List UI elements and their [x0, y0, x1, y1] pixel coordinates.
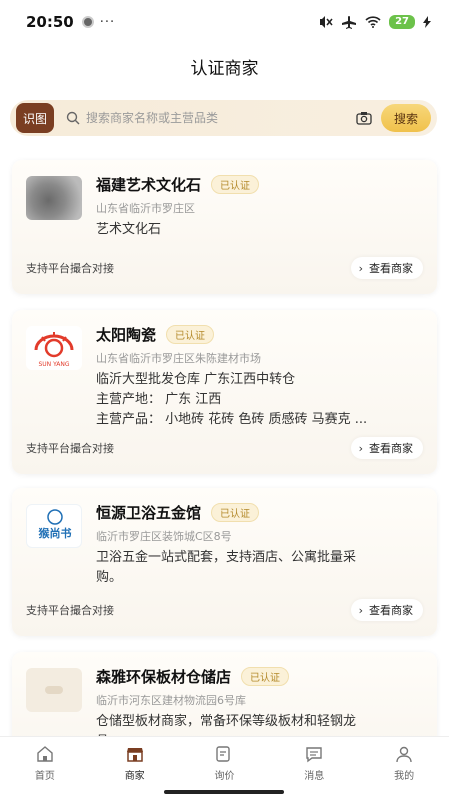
- tab-merchants[interactable]: 商家: [95, 745, 175, 800]
- view-merchant-label: 查看商家: [369, 262, 413, 275]
- wifi-icon: [365, 16, 381, 28]
- platform-support-text: 支持平台撮合对接: [26, 604, 114, 617]
- description-line: 仓储型板材商家，常备环保等级板材和轻钢龙: [96, 714, 357, 729]
- shop-icon: [126, 748, 143, 762]
- status-bar: 20:50 ··· 27: [0, 0, 449, 44]
- merchant-logo: SUN YANG: [26, 326, 82, 370]
- placeholder-logo-icon: [45, 686, 63, 694]
- view-merchant-button[interactable]: › 查看商家: [350, 437, 423, 459]
- merchant-address: 临沂市河东区建材物流园6号库: [96, 694, 246, 707]
- search-input[interactable]: [86, 111, 355, 125]
- merchant-address: 山东省临沂市罗庄区朱陈建材市场: [96, 352, 261, 365]
- tab-label: 商家: [124, 771, 145, 782]
- search-button[interactable]: 搜索: [381, 104, 431, 132]
- tab-messages[interactable]: 消息: [274, 745, 354, 800]
- merchant-info: 恒源卫浴五金馆 已认证 临沂市罗庄区装饰城C区8号 卫浴五金一站式配套，支持酒店…: [96, 500, 425, 588]
- products-line: 主营产品： 小地砖 花砖 色砖 质感砖 马赛克 ...: [96, 412, 368, 427]
- origin-line: 主营产地： 广东 江西: [96, 392, 222, 407]
- merchant-address: 临沂市罗庄区装饰城C区8号: [96, 530, 232, 543]
- description-line: 卫浴五金一站式配套，支持酒店、公寓批量采: [96, 550, 357, 565]
- verified-badge: 已认证: [166, 324, 215, 344]
- merchant-card[interactable]: 福建艺术文化石 已认证 山东省临沂市罗庄区 艺术文化石 支持平台撮合对接 › 查…: [12, 160, 437, 294]
- home-indicator[interactable]: [164, 790, 284, 794]
- merchant-logo: [26, 176, 82, 220]
- logo-text: 猴尚书: [39, 526, 72, 540]
- merchant-name: 太阳陶瓷: [96, 325, 157, 344]
- mute-icon: [320, 16, 333, 28]
- view-merchant-button[interactable]: › 查看商家: [350, 599, 423, 621]
- merchant-card[interactable]: 猴尚书 恒源卫浴五金馆 已认证 临沂市罗庄区装饰城C区8号 卫浴五金一站式配套，…: [12, 488, 437, 636]
- tab-label: 首页: [34, 771, 55, 782]
- search-bar: 识图 搜索: [10, 100, 437, 136]
- merchant-description: 卫浴五金一站式配套，支持酒店、公寓批量采 购。: [96, 548, 425, 588]
- search-icon: [66, 111, 80, 125]
- verified-badge: 已认证: [211, 174, 260, 194]
- merchant-info: 福建艺术文化石 已认证 山东省临沂市罗庄区 艺术文化石: [96, 172, 425, 240]
- more-notifications-icon: ···: [99, 14, 116, 30]
- merchant-name: 恒源卫浴五金馆: [96, 503, 202, 522]
- tab-profile[interactable]: 我的: [364, 745, 444, 800]
- page-title: 认证商家: [190, 58, 259, 79]
- tab-label: 消息: [304, 771, 325, 782]
- monkey-logo-icon: 猴尚书: [39, 509, 72, 540]
- verified-badge: 已认证: [241, 666, 290, 686]
- platform-support-text: 支持平台撮合对接: [26, 262, 114, 275]
- merchant-card[interactable]: SUN YANG 太阳陶瓷 已认证 山东省临沂市罗庄区朱陈建材市场 临沂大型批发…: [12, 310, 437, 474]
- page-header: 认证商家: [0, 44, 449, 88]
- camera-icon[interactable]: [355, 109, 373, 127]
- platform-support-text: 支持平台撮合对接: [26, 442, 114, 455]
- notification-avatar-icon: [81, 16, 94, 28]
- description-line: 购。: [96, 570, 123, 585]
- card-footer: 支持平台撮合对接 › 查看商家: [26, 256, 423, 280]
- tab-label: 询价: [214, 771, 235, 782]
- card-footer: 支持平台撮合对接 › 查看商家: [26, 598, 423, 622]
- home-icon: [37, 746, 53, 762]
- image-search-button[interactable]: 识图: [16, 103, 54, 133]
- view-merchant-label: 查看商家: [369, 442, 413, 455]
- airplane-icon: [342, 16, 357, 29]
- inquiry-icon: [216, 746, 231, 762]
- merchant-info: 太阳陶瓷 已认证 山东省临沂市罗庄区朱陈建材市场 临沂大型批发仓库 广东江西中转…: [96, 322, 425, 430]
- tab-label: 我的: [394, 771, 415, 782]
- sun-logo-icon: SUN YANG: [34, 332, 74, 368]
- chevron-right-icon: ›: [358, 603, 363, 617]
- merchant-description: 临沂大型批发仓库 广东江西中转仓 主营产地： 广东 江西 主营产品： 小地砖 花…: [96, 370, 425, 430]
- status-time: 20:50: [26, 13, 74, 31]
- view-merchant-button[interactable]: › 查看商家: [350, 257, 423, 279]
- logo-caption: SUN YANG: [38, 361, 69, 368]
- merchant-name: 福建艺术文化石: [96, 175, 202, 194]
- merchant-description: 艺术文化石: [96, 222, 162, 237]
- merchant-logo: 猴尚书: [26, 504, 82, 548]
- status-icons: 27: [317, 15, 431, 29]
- charging-icon: [423, 16, 431, 28]
- message-icon: [306, 747, 322, 763]
- merchant-address: 山东省临沂市罗庄区: [96, 202, 195, 215]
- verified-badge: 已认证: [211, 502, 260, 522]
- chevron-right-icon: ›: [358, 441, 363, 455]
- view-merchant-label: 查看商家: [369, 604, 413, 617]
- description-line: 临沂大型批发仓库 广东江西中转仓: [96, 372, 296, 387]
- merchant-logo: [26, 668, 82, 712]
- tab-home[interactable]: 首页: [5, 745, 85, 800]
- card-footer: 支持平台撮合对接 › 查看商家: [26, 436, 423, 460]
- profile-icon: [396, 746, 412, 763]
- merchant-name: 森雅环保板材仓储店: [96, 667, 232, 686]
- chevron-right-icon: ›: [358, 261, 363, 275]
- battery-icon: 27: [389, 15, 415, 29]
